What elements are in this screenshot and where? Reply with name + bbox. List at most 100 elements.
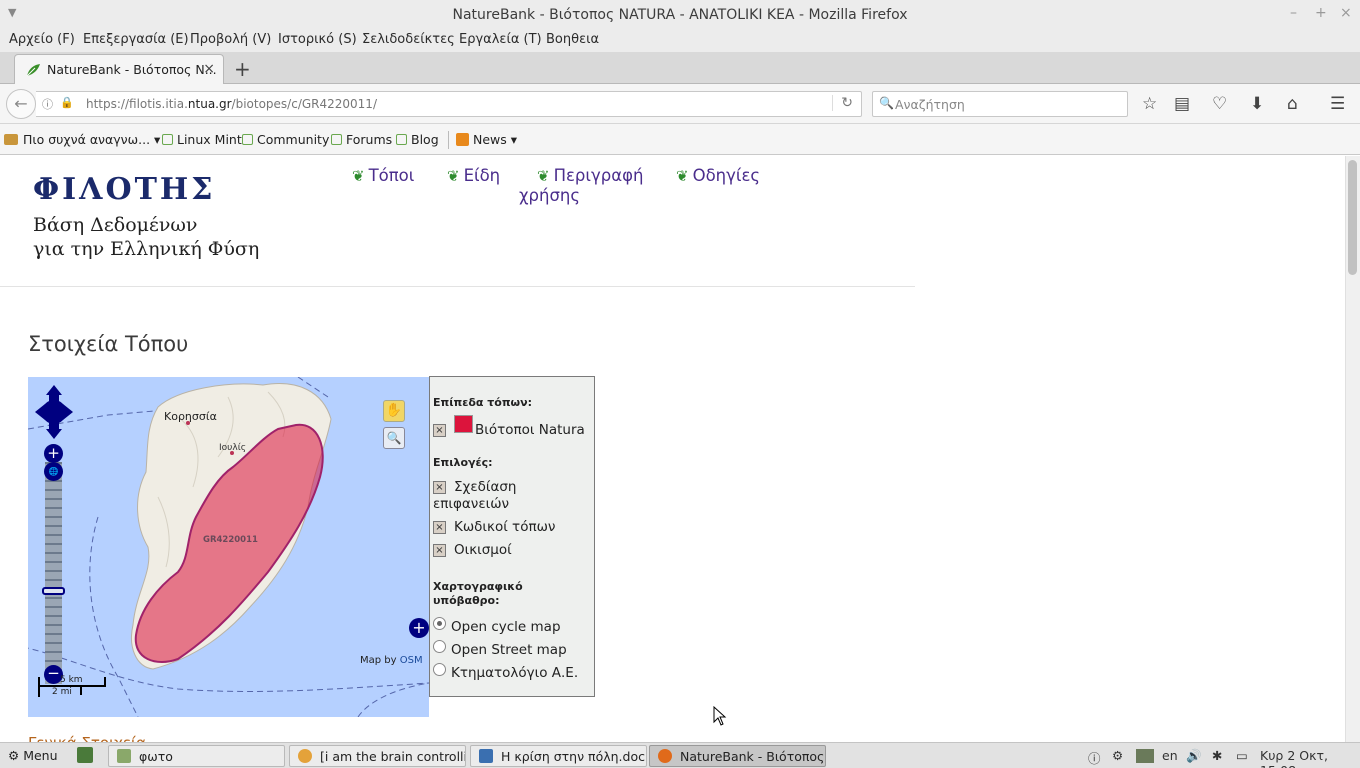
menu-bookmarks[interactable]: Σελιδοδείκτες bbox=[362, 32, 455, 47]
minimize-button[interactable]: – bbox=[1290, 5, 1297, 21]
close-window-button[interactable]: × bbox=[1340, 5, 1352, 21]
bookmark-linux-mint[interactable]: Linux Mint bbox=[162, 132, 242, 147]
natura-color-swatch bbox=[454, 415, 473, 433]
layer-switcher-toggle-icon[interactable]: + bbox=[409, 618, 429, 638]
zoom-slider[interactable]: + 🌐 − bbox=[42, 444, 65, 684]
bluetooth-icon[interactable]: ✱ bbox=[1212, 748, 1222, 763]
base-radio-1[interactable] bbox=[433, 640, 446, 653]
header-divider bbox=[0, 286, 915, 287]
keyboard-language[interactable]: en bbox=[1162, 748, 1178, 763]
base-open-cycle-map[interactable]: Open cycle map bbox=[433, 617, 561, 635]
bookmark-blog[interactable]: Blog bbox=[396, 132, 439, 147]
menu-help[interactable]: Βοηθεια bbox=[546, 32, 599, 47]
shield-icon[interactable]: ⓘ bbox=[1088, 748, 1101, 767]
taskbar-window-firefox[interactable]: NatureBank - Βιότοπος... bbox=[649, 745, 826, 767]
bookmarks-toolbar: Πιο συχνά αναγνω... ▾ Linux Mint Communi… bbox=[0, 124, 1360, 155]
tab-naturebank[interactable]: NatureBank - Βιότοπος N... × bbox=[14, 54, 224, 84]
leaf-icon bbox=[26, 64, 40, 77]
maximize-button[interactable]: + bbox=[1315, 5, 1327, 21]
option-site-codes[interactable]: × Κωδικοί τόπων bbox=[433, 519, 555, 535]
site-subtitle-line2: για την Ελληνική Φύση bbox=[33, 238, 260, 260]
chrome-icon bbox=[298, 749, 312, 763]
site-codes-checkbox[interactable]: × bbox=[433, 521, 446, 534]
terminal-launcher-icon[interactable] bbox=[77, 747, 93, 763]
navigation-toolbar: ← ⓘ 🔒 https://filotis.itia.ntua.gr/bioto… bbox=[0, 84, 1360, 124]
menu-view[interactable]: Προβολή (V) bbox=[190, 32, 271, 47]
battery-icon[interactable]: ▭ bbox=[1236, 748, 1248, 763]
nav-link-perigrafi[interactable]: ❦ Περιγραφή bbox=[537, 166, 643, 185]
reading-list-icon[interactable]: ▤ bbox=[1174, 94, 1190, 114]
reload-icon[interactable]: ↻ bbox=[832, 95, 853, 111]
general-info-link[interactable]: Γενικά Στοιχεία bbox=[28, 734, 146, 742]
options-heading: Επιλογές: bbox=[433, 456, 493, 469]
nav-link-odigies[interactable]: ❦ Οδηγίες bbox=[676, 166, 760, 185]
menu-file[interactable]: Αρχείο (F) bbox=[9, 32, 75, 47]
natura-checkbox[interactable]: × bbox=[433, 424, 446, 437]
folder-icon bbox=[4, 134, 18, 145]
insecure-lock-icon[interactable]: 🔒 bbox=[60, 96, 74, 109]
close-tab-icon[interactable]: × bbox=[203, 61, 215, 77]
taskbar-window-chrome[interactable]: [i am the brain controlli... bbox=[289, 745, 466, 767]
settlements-checkbox[interactable]: × bbox=[433, 544, 446, 557]
section-title: Στοιχεία Τόπου bbox=[28, 332, 189, 356]
mouse-cursor-icon bbox=[713, 706, 727, 726]
option-draw-surfaces[interactable]: × Σχεδίαση επιφανειών bbox=[433, 479, 516, 513]
menu-tools[interactable]: Εργαλεία (T) bbox=[459, 32, 542, 47]
mint-icon bbox=[242, 134, 253, 145]
search-icon: 🔍 bbox=[879, 96, 894, 110]
url-text[interactable]: https://filotis.itia.ntua.gr/biotopes/c/… bbox=[86, 97, 377, 111]
zoom-in-icon[interactable]: + bbox=[44, 444, 63, 463]
search-box[interactable]: 🔍 Αναζήτηση bbox=[872, 91, 1128, 117]
levels-heading: Επίπεδα τόπων: bbox=[433, 396, 532, 409]
map-canvas[interactable] bbox=[28, 377, 429, 717]
new-tab-button[interactable]: + bbox=[234, 57, 251, 81]
nav-link-eidi[interactable]: ❦ Είδη bbox=[447, 166, 500, 185]
taskbar: ⚙ Menu φωτο [i am the brain controlli...… bbox=[0, 742, 1360, 768]
menu-history[interactable]: Ιστορικό (S) bbox=[278, 32, 357, 47]
taskbar-window-photos[interactable]: φωτο bbox=[108, 745, 285, 767]
pan-hand-icon[interactable]: ✋ bbox=[383, 400, 405, 422]
hamburger-menu-icon[interactable]: ☰ bbox=[1330, 94, 1345, 114]
bookmark-news[interactable]: News ▾ bbox=[456, 132, 517, 147]
info-icon[interactable]: ⓘ bbox=[42, 96, 53, 112]
network-icon[interactable]: ⚙ bbox=[1112, 748, 1123, 763]
url-bar[interactable]: ⓘ 🔒 https://filotis.itia.ntua.gr/biotope… bbox=[36, 91, 862, 117]
back-button[interactable]: ← bbox=[6, 89, 36, 119]
base-ktimatologio[interactable]: Κτηματολόγιο Α.Ε. bbox=[433, 663, 578, 681]
bookmark-community[interactable]: Community bbox=[242, 132, 329, 147]
zoom-box-icon[interactable]: 🔍 bbox=[383, 427, 405, 449]
bookmark-forums[interactable]: Forums bbox=[331, 132, 392, 147]
site-logo[interactable]: ΦΙΛΟΤΗΣ bbox=[33, 172, 215, 207]
base-open-street-map[interactable]: Open Street map bbox=[433, 640, 567, 658]
draw-surfaces-checkbox[interactable]: × bbox=[433, 481, 446, 494]
map-viewport[interactable]: Κορησσία Ιουλίς GR4220011 + 🌐 − 5 km 2 m… bbox=[28, 377, 429, 717]
volume-icon[interactable]: 🔊 bbox=[1186, 748, 1202, 764]
pan-control[interactable] bbox=[35, 385, 73, 439]
gear-icon: ⚙ bbox=[8, 748, 20, 763]
zoom-slider-handle[interactable] bbox=[42, 587, 65, 595]
home-icon[interactable]: ⌂ bbox=[1287, 94, 1298, 114]
update-icon[interactable] bbox=[1136, 749, 1154, 763]
layer-natura[interactable]: × Βιότοποι Natura bbox=[433, 415, 585, 438]
nav-link-xrisis[interactable]: χρήσης bbox=[519, 186, 580, 205]
pocket-icon[interactable]: ♡ bbox=[1212, 94, 1227, 114]
nav-link-topoi[interactable]: ❦ Τόποι bbox=[352, 166, 414, 185]
base-radio-2[interactable] bbox=[433, 663, 446, 676]
bookmark-star-icon[interactable]: ☆ bbox=[1142, 94, 1157, 114]
world-icon[interactable]: 🌐 bbox=[44, 462, 63, 481]
zoom-track[interactable] bbox=[45, 462, 62, 684]
download-icon[interactable]: ⬇ bbox=[1250, 94, 1264, 114]
base-radio-0[interactable] bbox=[433, 617, 446, 630]
clock[interactable]: Κυρ 2 Οκτ, 15:08 bbox=[1260, 748, 1360, 768]
menu-bar: Αρχείο (F) Επεξεργασία (E) Προβολή (V) Ι… bbox=[0, 30, 1360, 52]
page-scrollbar-thumb[interactable] bbox=[1348, 160, 1357, 275]
taskbar-window-document[interactable]: Η κρίση στην πόλη.doc... bbox=[470, 745, 647, 767]
osm-link[interactable]: OSM bbox=[400, 655, 423, 666]
start-menu-button[interactable]: ⚙ Menu bbox=[8, 745, 58, 767]
firefox-icon bbox=[658, 749, 672, 763]
leaf-icon: ❦ bbox=[352, 167, 365, 185]
leaf-icon: ❦ bbox=[447, 167, 460, 185]
bookmark-most-visited[interactable]: Πιο συχνά αναγνω... ▾ bbox=[4, 132, 160, 147]
option-settlements[interactable]: × Οικισμοί bbox=[433, 542, 512, 558]
menu-edit[interactable]: Επεξεργασία (E) bbox=[83, 32, 189, 47]
